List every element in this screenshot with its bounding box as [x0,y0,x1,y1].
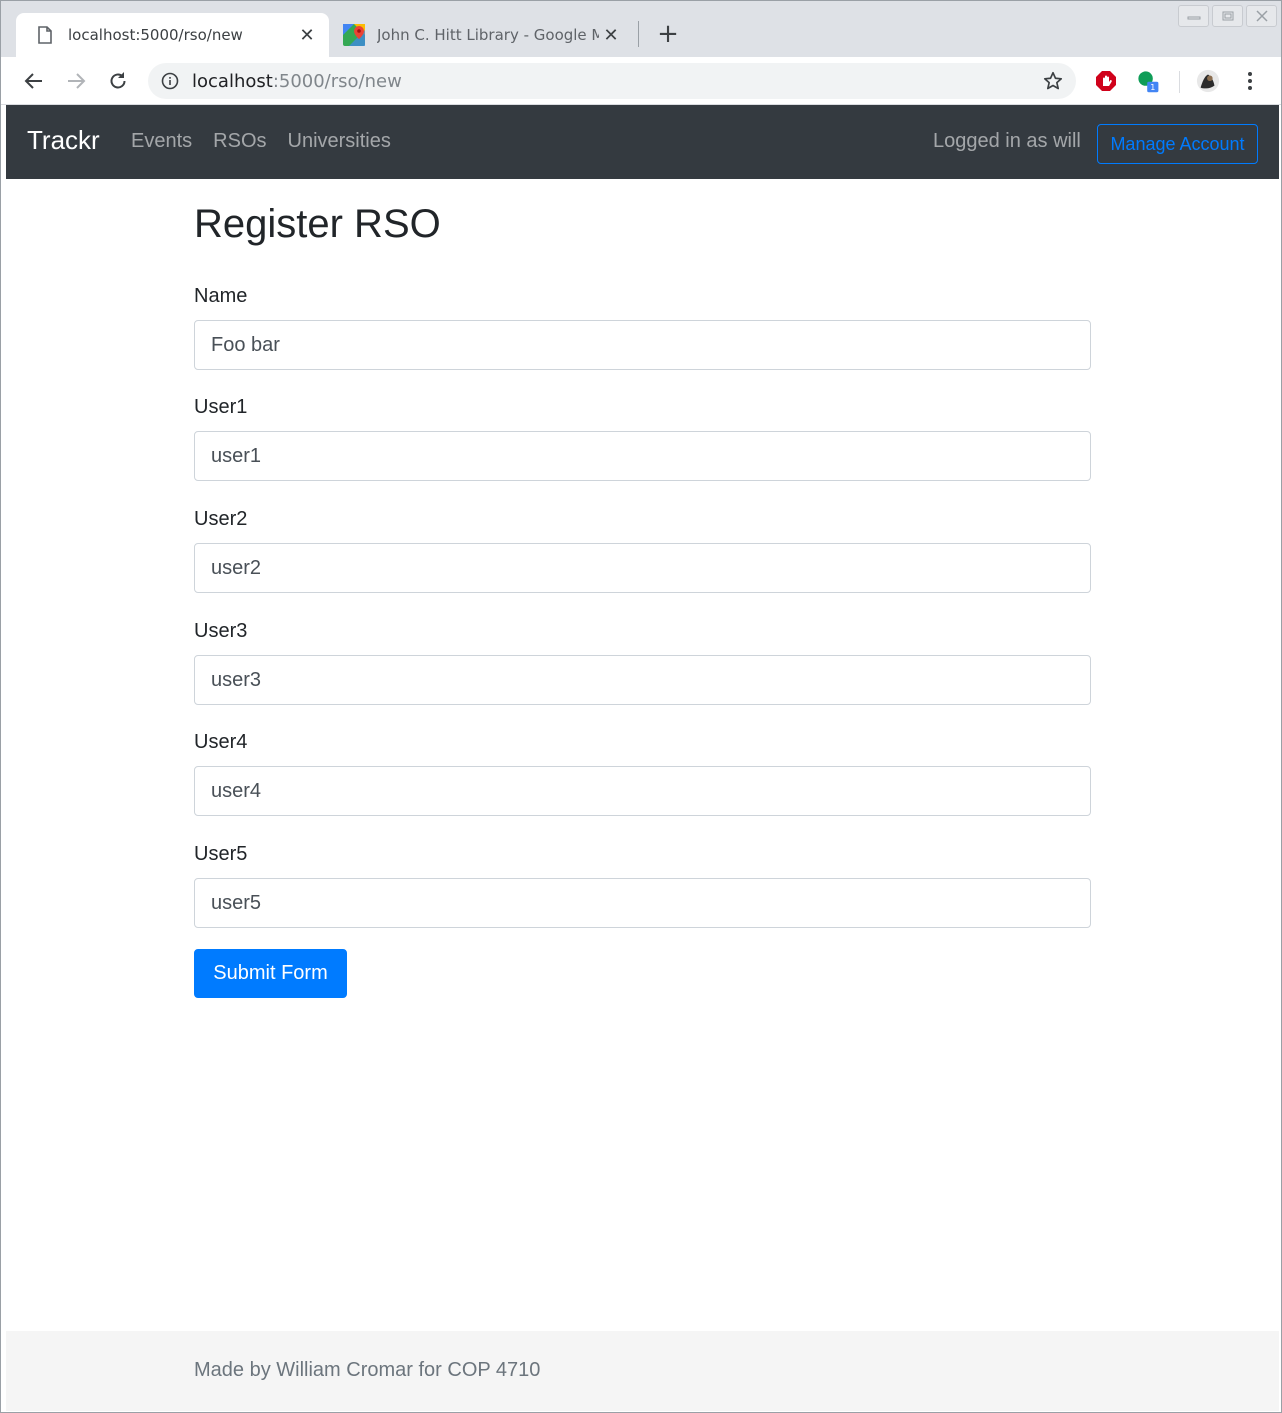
user3-label: User3 [194,620,248,642]
tab-title: John C. Hitt Library - Google Ma [377,26,599,44]
nav-link-rsos[interactable]: RSOs [213,130,266,153]
menu-kebab-icon[interactable] [1238,69,1262,93]
form-group-user2: User2 [194,508,1091,593]
info-icon[interactable] [160,71,180,91]
page-title: Register RSO [194,202,441,246]
maximize-icon[interactable] [1212,5,1243,27]
reload-icon[interactable] [103,66,133,96]
window-controls [1178,5,1277,27]
tab-active[interactable]: localhost:5000/rso/new ✕ [16,13,329,57]
nav-link-universities[interactable]: Universities [288,130,391,153]
site-navbar: Trackr Events RSOs Universities Logged i… [6,105,1279,179]
url-path: :5000/rso/new [272,70,402,92]
user3-input[interactable] [194,655,1091,705]
address-bar[interactable]: localhost:5000/rso/new [148,63,1076,99]
tab-separator [638,21,639,47]
nav-link-events[interactable]: Events [131,130,192,153]
tab-inactive[interactable]: John C. Hitt Library - Google Ma ✕ [333,13,633,57]
tab-close-icon[interactable]: ✕ [295,23,319,47]
form-group-user3: User3 [194,620,1091,705]
name-input[interactable] [194,320,1091,370]
brand-logo[interactable]: Trackr [27,125,100,156]
name-label: Name [194,285,248,307]
browser-window: localhost:5000/rso/new ✕ John C. Hitt Li… [0,0,1282,1413]
form-group-user1: User1 [194,396,1091,481]
forward-icon[interactable] [61,66,91,96]
profile-avatar[interactable] [1196,69,1220,93]
url-host: localhost [192,70,273,92]
user1-label: User1 [194,396,248,418]
nav-links: Events RSOs Universities [131,130,391,153]
tab-strip: localhost:5000/rso/new ✕ John C. Hitt Li… [1,1,1281,57]
user1-input[interactable] [194,431,1091,481]
toolbar-separator [1179,71,1180,93]
new-tab-icon[interactable]: + [653,21,683,49]
page-viewport: Trackr Events RSOs Universities Logged i… [6,105,1279,1411]
tab-close-icon[interactable]: ✕ [599,23,623,47]
user5-input[interactable] [194,878,1091,928]
site-footer: Made by William Cromar for COP 4710 [6,1331,1279,1411]
form-group-user5: User5 [194,843,1091,928]
tab-title: localhost:5000/rso/new [68,26,243,44]
window-close-icon[interactable] [1246,5,1277,27]
back-icon[interactable] [19,66,49,96]
user5-label: User5 [194,843,248,865]
google-maps-icon [343,24,365,46]
form-group-name: Name [194,285,1091,370]
adblock-extension-icon[interactable] [1094,69,1118,93]
bookmark-star-icon[interactable] [1042,70,1064,92]
submit-form-button[interactable]: Submit Form [194,949,347,998]
user2-label: User2 [194,508,248,530]
minimize-icon[interactable] [1178,5,1209,27]
logged-in-status: Logged in as will [933,130,1081,152]
chat-extension-icon[interactable]: 1 [1136,69,1160,93]
browser-toolbar: localhost:5000/rso/new 1 [1,57,1281,105]
form-group-user4: User4 [194,731,1091,816]
document-icon [34,24,56,46]
user4-input[interactable] [194,766,1091,816]
footer-text: Made by William Cromar for COP 4710 [194,1359,541,1381]
user2-input[interactable] [194,543,1091,593]
manage-account-button[interactable]: Manage Account [1097,124,1258,164]
user4-label: User4 [194,731,248,753]
extension-badge: 1 [1150,83,1155,92]
